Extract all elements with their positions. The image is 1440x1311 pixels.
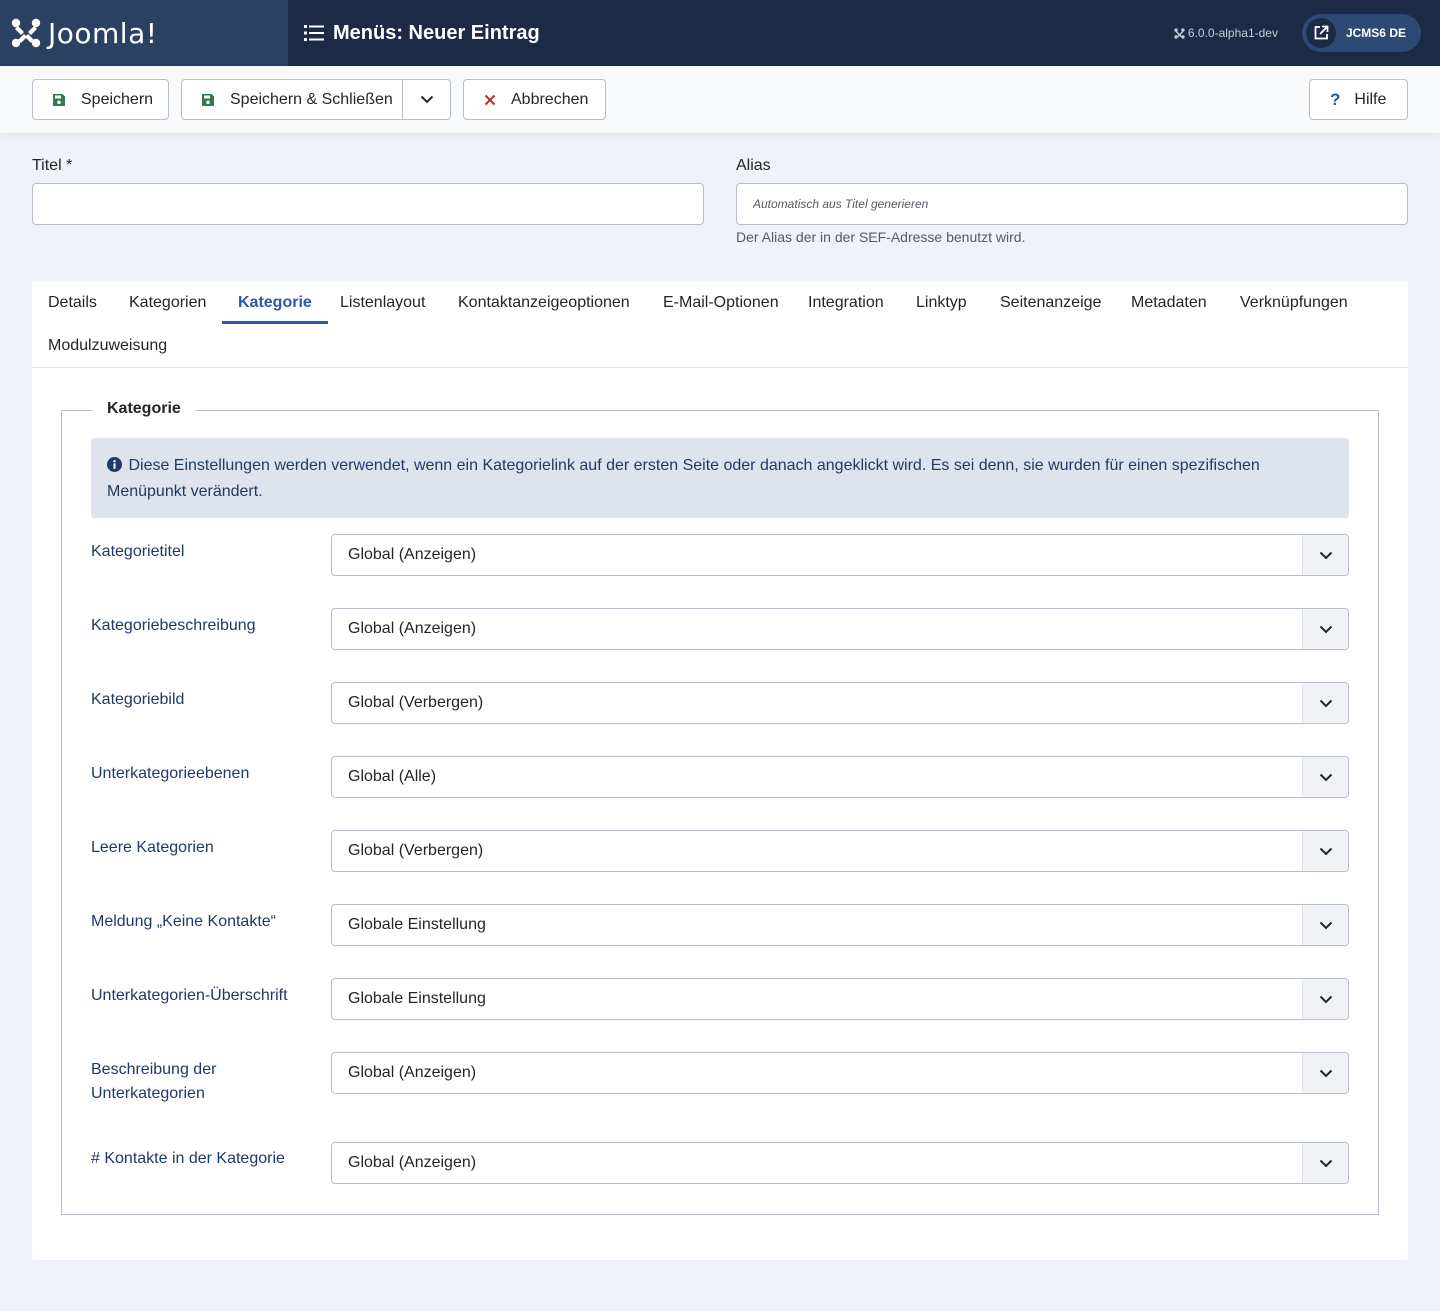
logo-text: Joomla! (48, 16, 158, 50)
select-keine-kontakte[interactable]: Globale Einstellung (331, 904, 1349, 946)
tab-linktyp[interactable]: Linktyp (900, 281, 983, 324)
select-value: Global (Verbergen) (348, 842, 484, 859)
kategorie-fieldset: Kategorie Diese Einstellungen werden ver… (61, 400, 1379, 1215)
select-kontakte-in-kategorie[interactable]: Global (Anzeigen) (331, 1142, 1349, 1184)
select-leere-kategorien[interactable]: Global (Verbergen) (331, 830, 1349, 872)
select-beschreibung-unterkategorien[interactable]: Global (Anzeigen) (331, 1052, 1349, 1094)
save-button[interactable]: Speichern (32, 79, 169, 120)
save-label: Speichern (81, 90, 154, 108)
tab-email-optionen[interactable]: E-Mail-Optionen (647, 281, 795, 324)
field-label-kategoriebeschreibung: Kategoriebeschreibung (91, 617, 256, 634)
joomla-logo-icon (11, 18, 41, 48)
help-button[interactable]: ? Hilfe (1309, 79, 1408, 120)
chevron-down-icon (1319, 773, 1332, 781)
field-label-kategoriebild: Kategoriebild (91, 691, 185, 708)
edit-panel: Details Kategorien Kategorie Listenlayou… (32, 281, 1408, 1260)
chevron-down-icon (1319, 847, 1332, 855)
close-icon (484, 94, 496, 105)
select-kategoriebild[interactable]: Global (Verbergen) (331, 682, 1349, 724)
select-unterkategorien-ueberschrift[interactable]: Globale Einstellung (331, 978, 1349, 1020)
select-kategoriebeschreibung[interactable]: Global (Anzeigen) (331, 608, 1349, 650)
field-label-beschreibung-unterkategorien: Beschreibung der Unterkategorien (91, 1061, 217, 1102)
chevron-down-icon (1319, 995, 1332, 1003)
question-icon: ? (1330, 89, 1341, 109)
save-icon (53, 93, 65, 106)
alias-input[interactable] (736, 183, 1408, 225)
chevron-down-icon (1319, 1159, 1332, 1167)
tab-listenlayout[interactable]: Listenlayout (324, 281, 441, 324)
fieldset-legend: Kategorie (92, 400, 196, 418)
tab-bar: Details Kategorien Kategorie Listenlayou… (32, 281, 1408, 368)
select-value: Global (Verbergen) (348, 694, 484, 711)
page-title: Menüs: Neuer Eintrag (333, 21, 540, 44)
chevron-down-icon (1319, 1069, 1332, 1077)
help-label: Hilfe (1354, 90, 1387, 108)
tab-verknuepfungen[interactable]: Verknüpfungen (1224, 281, 1364, 324)
version-label: 6.0.0-alpha1-dev (1174, 26, 1278, 40)
tab-kategorie[interactable]: Kategorie (222, 281, 328, 324)
select-value: Global (Anzeigen) (348, 546, 477, 563)
list-icon (304, 25, 324, 41)
select-unterkategorieebenen[interactable]: Global (Alle) (331, 756, 1349, 798)
tab-metadaten[interactable]: Metadaten (1115, 281, 1223, 324)
tab-kategorien[interactable]: Kategorien (113, 281, 222, 324)
save-close-button[interactable]: Speichern & Schließen (181, 79, 451, 120)
app-header: Joomla! Menüs: Neuer Eintrag 6.0.0-alpha… (0, 0, 1440, 66)
select-value: Global (Anzeigen) (348, 620, 477, 637)
select-kategorietitel[interactable]: Global (Anzeigen) (331, 534, 1349, 576)
field-label-unterkategorieebenen: Unterkategorieebenen (91, 765, 250, 782)
joomla-small-icon (1174, 27, 1185, 39)
info-alert: Diese Einstellungen werden verwendet, we… (91, 438, 1349, 518)
cancel-button[interactable]: Abbrechen (463, 79, 606, 120)
cancel-label: Abbrechen (511, 90, 589, 108)
select-value: Globale Einstellung (348, 916, 486, 933)
field-label-unterkategorien-ueberschrift: Unterkategorien-Überschrift (91, 987, 288, 1004)
tab-integration[interactable]: Integration (792, 281, 900, 324)
toolbar: Speichern Speichern & Schließen Abbreche… (0, 66, 1440, 133)
joomla-logo[interactable]: Joomla! (0, 0, 288, 66)
save-icon (202, 93, 214, 106)
save-dropdown-toggle[interactable] (402, 80, 450, 119)
select-value: Global (Anzeigen) (348, 1064, 477, 1081)
field-label-kontakte-in-kategorie: # Kontakte in der Kategorie (91, 1150, 285, 1167)
chevron-down-icon (1319, 699, 1332, 707)
site-name: JCMS6 DE (1345, 26, 1406, 40)
info-text: Diese Einstellungen werden verwendet, we… (107, 457, 1260, 500)
chevron-down-icon (1319, 921, 1332, 929)
tab-seitenanzeige[interactable]: Seitenanzeige (984, 281, 1117, 324)
title-label: Titel * (32, 157, 73, 174)
chevron-down-icon (1319, 625, 1332, 633)
save-close-label: Speichern & Schließen (230, 90, 393, 108)
field-label-kategorietitel: Kategorietitel (91, 543, 185, 560)
chevron-down-icon (1319, 551, 1332, 559)
field-label-keine-kontakte: Meldung „Keine Kontakte“ (91, 913, 276, 930)
info-icon (107, 457, 122, 472)
field-label-leere-kategorien: Leere Kategorien (91, 839, 214, 856)
chevron-down-icon (420, 95, 433, 104)
select-value: Globale Einstellung (348, 990, 486, 1007)
tab-details[interactable]: Details (32, 281, 113, 324)
alias-hint: Der Alias der in der SEF-Adresse benutzt… (736, 229, 1026, 245)
view-site-button[interactable]: JCMS6 DE (1301, 14, 1421, 52)
tab-modulzuweisung[interactable]: Modulzuweisung (32, 324, 183, 367)
title-input[interactable] (32, 183, 704, 225)
select-value: Global (Anzeigen) (348, 1154, 477, 1171)
external-link-icon (1314, 25, 1329, 40)
select-value: Global (Alle) (348, 768, 437, 785)
tab-kontaktanzeigeoptionen[interactable]: Kontaktanzeigeoptionen (442, 281, 646, 324)
alias-label: Alias (736, 157, 771, 174)
version-text: 6.0.0-alpha1-dev (1187, 26, 1278, 40)
